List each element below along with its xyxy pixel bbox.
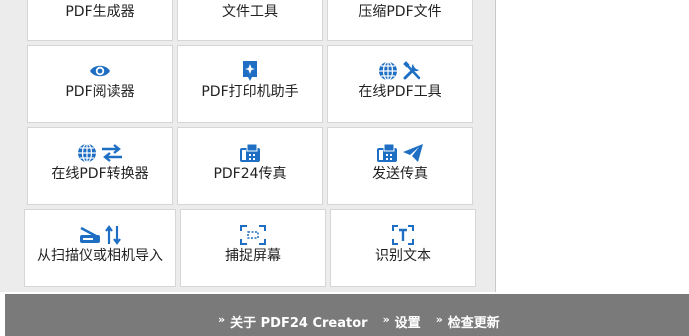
tile-import-scanner-camera[interactable]: 从扫描仪或相机导入 [24, 209, 176, 287]
tile-label: PDF阅读器 [65, 84, 135, 100]
tools-panel: PDF生成器 文件工具 压缩PDF文件 PDF阅读器 PDF打印机助手 在线PD… [0, 0, 495, 292]
tile-pdf-reader[interactable]: PDF阅读器 [27, 45, 173, 123]
convert-arrows-icon [101, 144, 123, 162]
footer-links: » 关于 PDF24 Creator » 设置 » 检查更新 [218, 312, 500, 331]
tile-pdf-printer-assistant[interactable]: PDF打印机助手 [177, 45, 323, 123]
globe-icon [378, 61, 398, 81]
tools-icon [402, 61, 422, 81]
screen-capture-icon [240, 225, 266, 245]
tile-capture-screen[interactable]: 捕捉屏幕 [180, 209, 326, 287]
fax-icon [239, 143, 261, 163]
tile-label: 捕捉屏幕 [225, 248, 281, 264]
settings-label: 设置 [394, 316, 421, 331]
tile-label: 在线PDF转换器 [51, 166, 149, 182]
scanner-icon [79, 226, 101, 244]
fax-icon [376, 143, 398, 163]
tile-recognize-text[interactable]: 识别文本 [330, 209, 476, 287]
check-updates-label: 检查更新 [447, 316, 500, 331]
link-arrow: » [218, 313, 226, 326]
settings-link[interactable]: » 设置 [383, 312, 421, 331]
send-plane-icon [402, 143, 424, 163]
link-arrow: » [382, 313, 390, 326]
tile-label: 识别文本 [375, 248, 431, 264]
tile-label: PDF生成器 [65, 4, 135, 20]
tile-pdf24-fax[interactable]: PDF24传真 [177, 127, 323, 205]
tile-label: PDF24传真 [213, 166, 287, 182]
globe-icon [77, 143, 97, 163]
transfer-arrows-icon [105, 225, 121, 245]
check-updates-link[interactable]: » 检查更新 [436, 312, 500, 331]
tile-label: 在线PDF工具 [358, 84, 442, 100]
tile-online-pdf-tools[interactable]: 在线PDF工具 [327, 45, 473, 123]
print-helper-icon [241, 60, 259, 82]
tile-send-fax[interactable]: 发送传真 [327, 127, 473, 205]
tile-label: 压缩PDF文件 [358, 4, 442, 20]
tile-compress-pdf[interactable]: 压缩PDF文件 [327, 0, 473, 41]
ocr-text-icon [392, 225, 414, 245]
footer-bar: » 关于 PDF24 Creator » 设置 » 检查更新 [5, 294, 689, 336]
about-label: 关于 PDF24 Creator [230, 316, 368, 331]
tile-pdf-creator[interactable]: PDF生成器 [27, 0, 173, 41]
about-link[interactable]: » 关于 PDF24 Creator [218, 312, 368, 331]
tile-label: 从扫描仪或相机导入 [37, 248, 163, 264]
tile-label: PDF打印机助手 [201, 84, 299, 100]
link-arrow: » [435, 313, 443, 326]
tile-label: 文件工具 [222, 4, 278, 20]
eye-icon [89, 63, 111, 79]
tile-file-tools[interactable]: 文件工具 [177, 0, 323, 41]
tile-online-pdf-converter[interactable]: 在线PDF转换器 [27, 127, 173, 205]
preview-panel [495, 0, 689, 292]
tile-label: 发送传真 [372, 166, 428, 182]
